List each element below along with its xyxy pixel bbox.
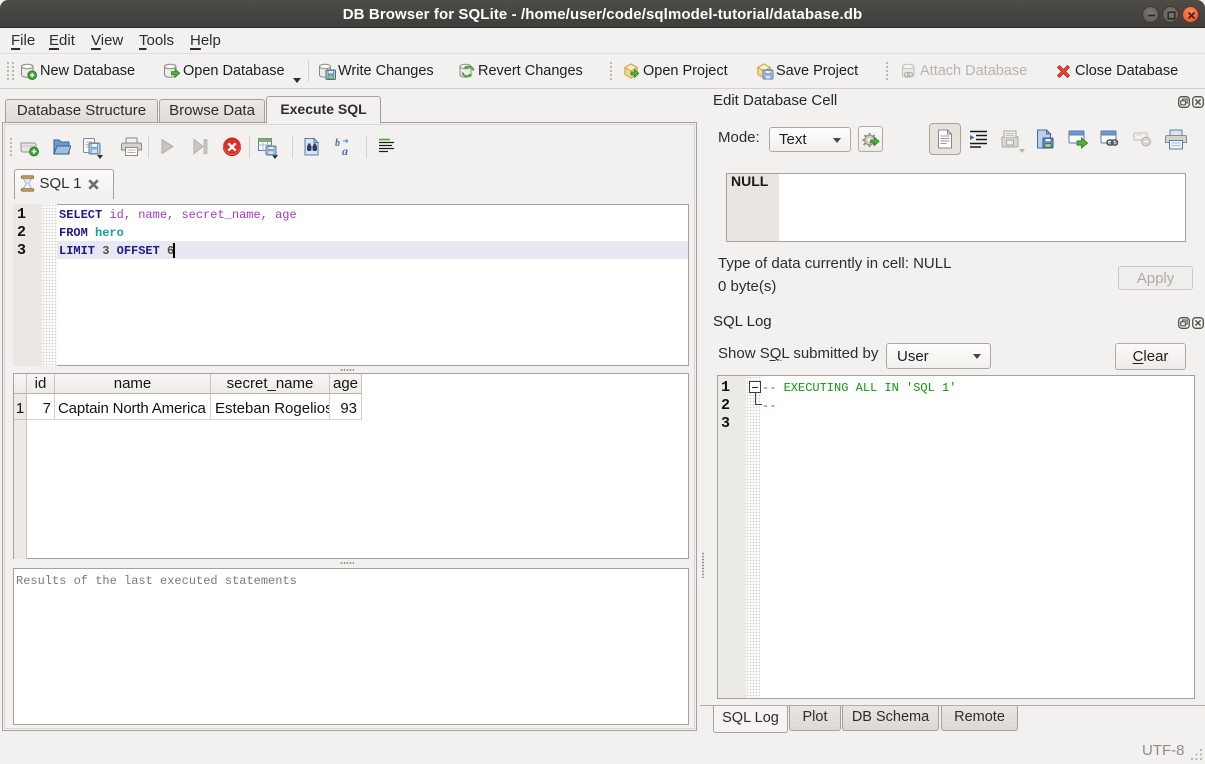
svg-text:b: b: [335, 138, 340, 149]
svg-text:a: a: [342, 144, 348, 157]
